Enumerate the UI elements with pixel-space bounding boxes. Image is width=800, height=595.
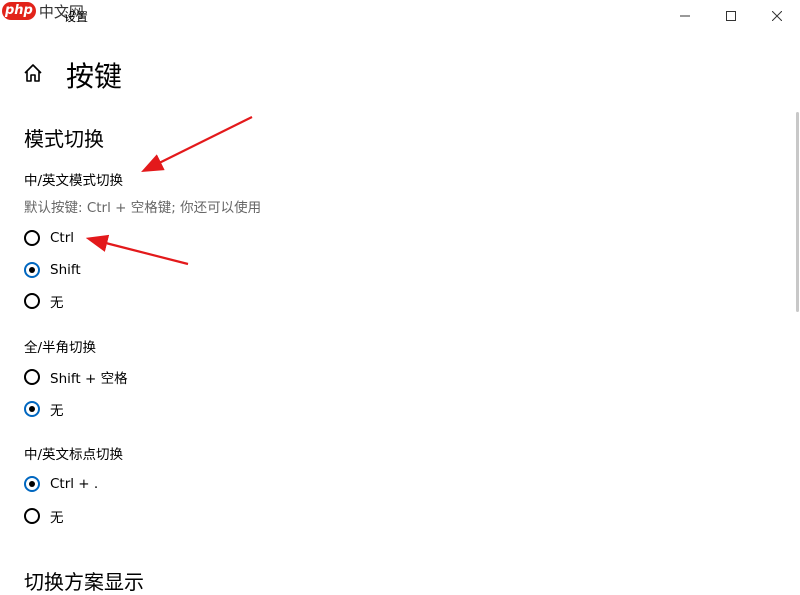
- close-button[interactable]: [754, 0, 800, 32]
- radio-button[interactable]: [24, 476, 40, 492]
- radio-option-shift-space[interactable]: Shift + 空格: [24, 367, 128, 387]
- minimize-icon: [680, 15, 690, 17]
- radio-label: Shift: [50, 262, 81, 278]
- window-title: 设置: [64, 10, 89, 24]
- group-description: 默认按键: Ctrl + 空格键; 你还可以使用: [24, 200, 262, 216]
- maximize-button[interactable]: [708, 0, 754, 32]
- radio-selected-dot: [29, 406, 35, 412]
- next-section-title: 切换方案显示: [24, 570, 144, 594]
- home-icon: [24, 64, 42, 82]
- radio-label: Ctrl: [50, 230, 75, 246]
- minimize-button[interactable]: [662, 0, 708, 32]
- radio-label: 无: [50, 295, 64, 311]
- watermark-logo: php: [2, 2, 36, 20]
- radio-button[interactable]: [24, 262, 40, 278]
- radio-label: Shift + 空格: [50, 371, 128, 387]
- radio-option-none[interactable]: 无: [24, 506, 64, 526]
- radio-option-ctrl[interactable]: Ctrl: [24, 228, 74, 248]
- radio-option-ctrl-period[interactable]: Ctrl + .: [24, 474, 98, 494]
- radio-option-none[interactable]: 无: [24, 399, 64, 419]
- radio-button[interactable]: [24, 230, 40, 246]
- group-label-punctuation: 中/英文标点切换: [24, 447, 124, 463]
- maximize-icon: [726, 11, 736, 21]
- annotation-arrow: [85, 234, 189, 266]
- title-bar: php 中文网 设置: [0, 0, 800, 32]
- radio-label: Ctrl + .: [50, 476, 99, 492]
- radio-button[interactable]: [24, 293, 40, 309]
- close-icon: [772, 11, 782, 21]
- scrollbar[interactable]: [796, 112, 799, 312]
- page-title: 按键: [66, 60, 123, 93]
- radio-selected-dot: [29, 267, 35, 273]
- group-label-cn-en-mode: 中/英文模式切换: [24, 173, 124, 189]
- radio-label: 无: [50, 403, 64, 419]
- annotation-arrow: [141, 116, 253, 172]
- radio-button[interactable]: [24, 401, 40, 417]
- radio-button[interactable]: [24, 369, 40, 385]
- group-label-full-half-width: 全/半角切换: [24, 340, 97, 356]
- home-button[interactable]: [22, 62, 44, 84]
- radio-option-none[interactable]: 无: [24, 291, 64, 311]
- radio-button[interactable]: [24, 508, 40, 524]
- section-title: 模式切换: [24, 127, 104, 151]
- radio-selected-dot: [29, 481, 35, 487]
- radio-label: 无: [50, 510, 64, 526]
- radio-option-shift[interactable]: Shift: [24, 260, 81, 280]
